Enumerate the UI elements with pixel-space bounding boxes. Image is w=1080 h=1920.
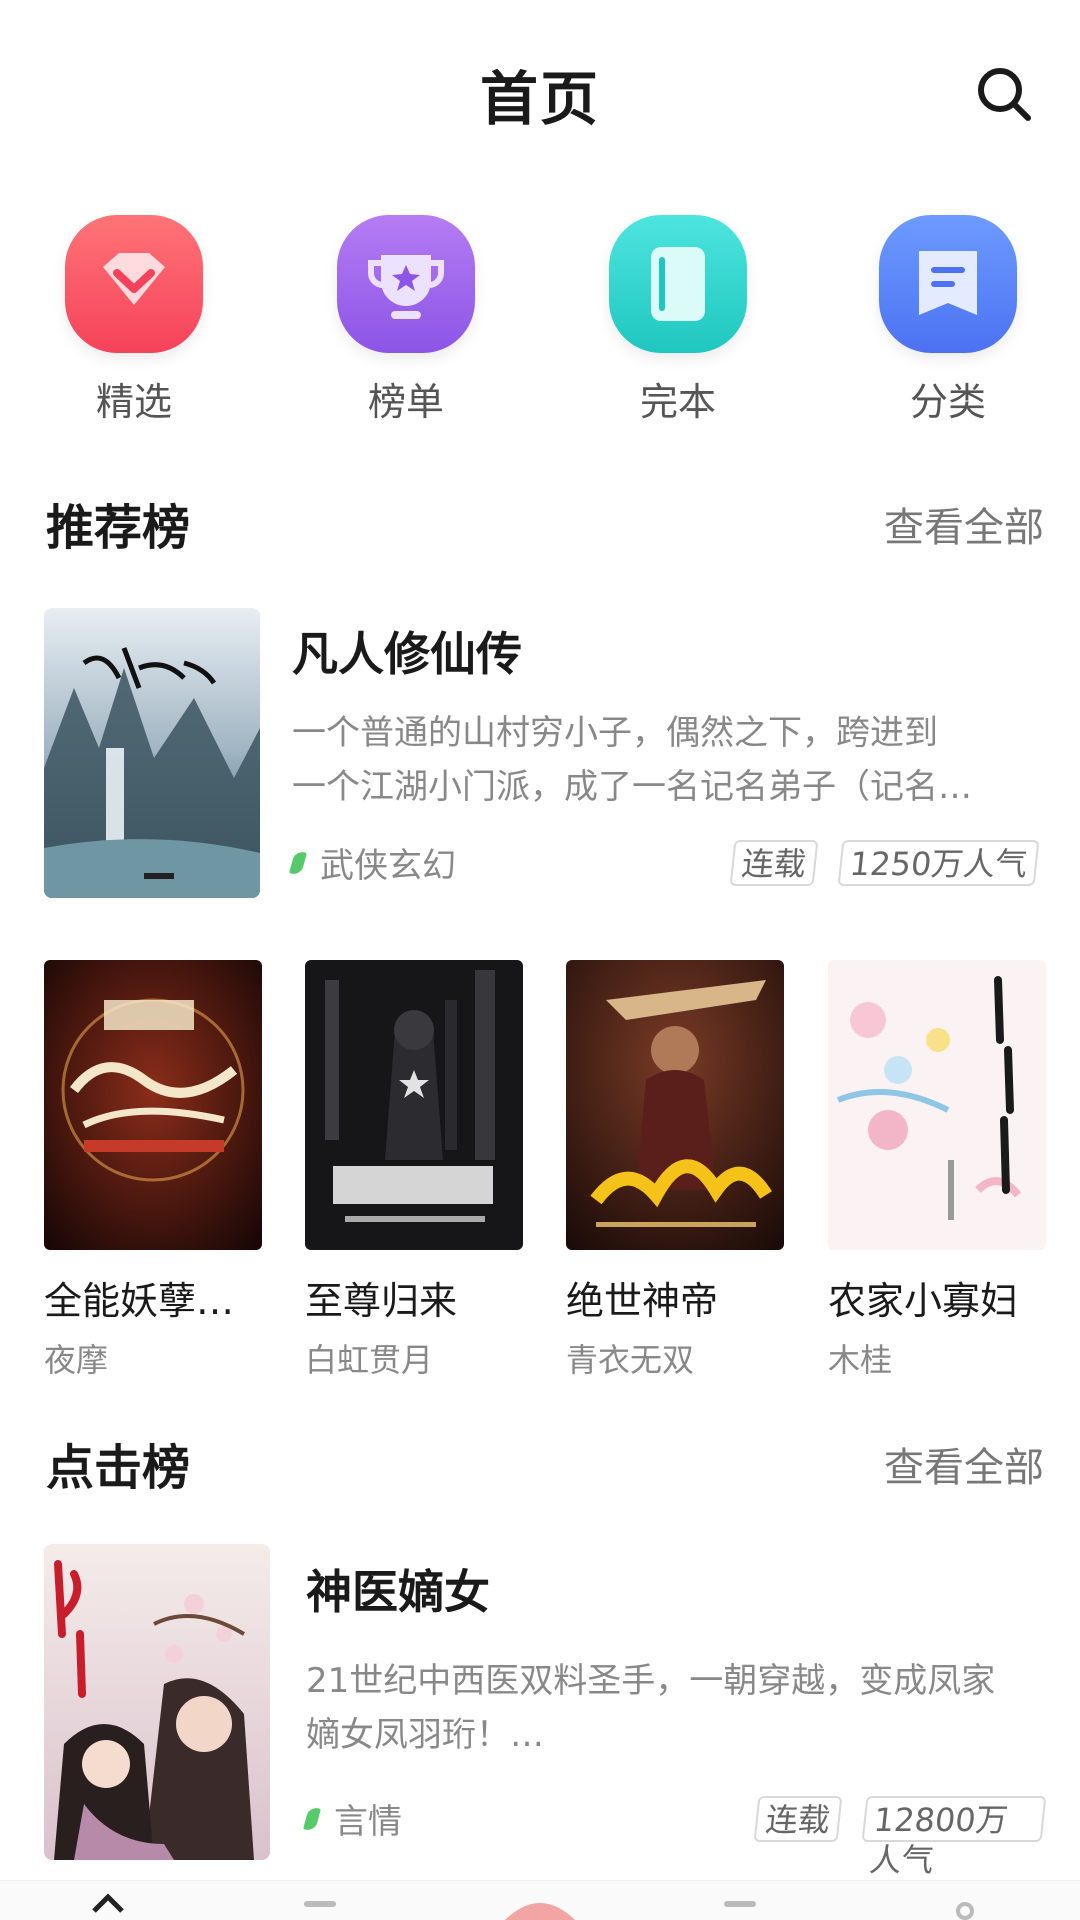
quick-nav-featured[interactable]: 精选	[44, 215, 224, 426]
book-description: 21世纪中西医双料圣手，一朝穿越，变成凤家 嫡女凤羽珩！…	[306, 1661, 996, 1755]
section-title-recommend: 推荐榜	[46, 500, 191, 556]
profile-tab-icon[interactable]	[950, 1891, 980, 1920]
search-icon[interactable]	[974, 64, 1034, 124]
bookshelf-tab-icon[interactable]	[300, 1891, 340, 1920]
book-title: 至尊归来	[305, 1279, 458, 1323]
section-title-clicks: 点击榜	[46, 1440, 191, 1496]
book-cover-image	[566, 960, 784, 1250]
book-grid-item[interactable]: 至尊归来 白虹贯月	[305, 960, 523, 1381]
book-genre: 言情	[303, 1794, 402, 1843]
leaf-icon	[303, 1805, 321, 1832]
book-grid-item[interactable]: 农家小寡妇 木桂	[828, 960, 1046, 1381]
book-cover-image	[828, 960, 1046, 1250]
book-author: 青衣无双	[566, 1341, 695, 1379]
bottom-tab-bar	[0, 1880, 1080, 1920]
category-icon	[879, 215, 1017, 353]
book-cover-image	[44, 608, 260, 898]
featured-book-card[interactable]: 凡人修仙传 一个普通的山村穷小子，偶然之下，跨进到 一个江湖小门派，成了一名记名…	[44, 608, 1044, 898]
quick-nav-label: 精选	[95, 380, 172, 424]
app-header: 首页	[0, 0, 1080, 180]
featured-book-card[interactable]: 神医嫡女 21世纪中西医双料圣手，一朝穿越，变成凤家 嫡女凤羽珩！… 言情 连载…	[44, 1544, 1047, 1879]
book-cover-image	[44, 1544, 270, 1860]
book-author: 木桂	[828, 1341, 893, 1379]
book-grid-item[interactable]: 全能妖孽… 夜摩	[44, 960, 262, 1381]
view-all-clicks-link[interactable]: 查看全部	[884, 1435, 1044, 1493]
book-title: 神医嫡女	[306, 1565, 490, 1619]
book-title: 凡人修仙传	[292, 627, 522, 681]
home-tab-icon[interactable]	[90, 1891, 126, 1920]
status-badge: 连载	[729, 840, 819, 886]
quick-nav-label: 完本	[639, 380, 716, 424]
book-genre: 武侠玄幻	[289, 838, 456, 887]
quick-nav-label: 榜单	[367, 380, 444, 424]
book-grid: 全能妖孽… 夜摩 至尊归来 白虹贯月 绝世神帝 青衣无双 农家小寡妇 木桂	[0, 960, 1080, 1380]
book-icon	[609, 215, 747, 353]
book-title: 农家小寡妇	[828, 1279, 1019, 1323]
book-cover-image	[305, 960, 523, 1250]
quick-nav-label: 分类	[909, 380, 986, 424]
page-title: 首页	[479, 65, 600, 133]
book-author: 夜摩	[44, 1341, 109, 1379]
book-title: 绝世神帝	[566, 1279, 719, 1323]
quick-nav: 精选 榜单 完本 分类	[0, 215, 1080, 425]
book-grid-item[interactable]: 绝世神帝 青衣无双	[566, 960, 784, 1381]
quick-nav-completed[interactable]: 完本	[588, 215, 768, 426]
quick-nav-rankings[interactable]: 榜单	[316, 215, 496, 426]
trophy-icon	[337, 215, 475, 353]
book-cover-image	[44, 960, 262, 1250]
book-title: 全能妖孽…	[44, 1279, 235, 1323]
library-tab-icon[interactable]	[720, 1891, 760, 1920]
diamond-icon	[65, 215, 203, 353]
book-description: 一个普通的山村穷小子，偶然之下，跨进到 一个江湖小门派，成了一名记名弟子（记名…	[292, 713, 972, 807]
popularity-badge: 12800万人气	[861, 1796, 1047, 1879]
status-badge: 连载	[753, 1796, 843, 1842]
quick-nav-categories[interactable]: 分类	[858, 215, 1038, 426]
view-all-recommend-link[interactable]: 查看全部	[884, 495, 1044, 553]
popularity-badge: 1250万人气	[837, 840, 1040, 886]
center-tab-icon[interactable]	[498, 1891, 582, 1920]
leaf-icon	[289, 849, 307, 876]
book-author: 白虹贯月	[305, 1341, 434, 1379]
